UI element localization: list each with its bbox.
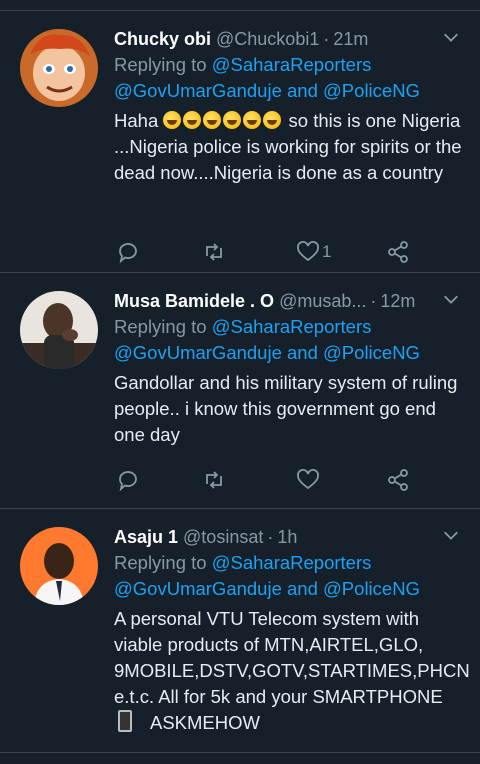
mention-link[interactable]: @PoliceNG: [323, 578, 420, 599]
share-icon: [388, 241, 408, 263]
reply-icon: [119, 471, 137, 492]
top-divider: [0, 0, 480, 11]
timestamp[interactable]: 21m: [333, 29, 368, 50]
retweet-button[interactable]: [202, 237, 226, 267]
avatar[interactable]: [20, 291, 98, 369]
tweet-text: Haha so this is one Nigeria ...Nigeria p…: [114, 108, 464, 186]
rofl-emoji: [183, 111, 202, 129]
replying-to: Replying to @SaharaReporters @GovUmarGan…: [114, 550, 464, 602]
reply-button[interactable]: [116, 237, 140, 267]
avatar[interactable]: [20, 29, 98, 107]
rofl-emoji: [263, 111, 282, 129]
retweet-button[interactable]: [202, 465, 226, 495]
user-handle[interactable]: @tosinsat: [183, 527, 263, 548]
replying-and: and: [281, 578, 324, 599]
retweet-icon: [206, 243, 222, 261]
tweet-actions: [114, 465, 430, 495]
tweet[interactable]: Musa Bamidele . O @musab... · 12m Replyi…: [0, 273, 480, 509]
tweet-header: Musa Bamidele . O @musab... · 12m: [114, 288, 464, 314]
mention-link[interactable]: @GovUmarGanduje: [114, 578, 282, 599]
mention-link[interactable]: @SaharaReporters: [212, 316, 372, 337]
avatar[interactable]: [20, 527, 98, 605]
share-button[interactable]: [386, 465, 410, 495]
rofl-emoji: [223, 111, 242, 129]
like-icon: [297, 241, 319, 262]
mention-link[interactable]: @PoliceNG: [323, 80, 420, 101]
separator-dot: ·: [267, 526, 274, 547]
mention-link[interactable]: @PoliceNG: [323, 342, 420, 363]
retweet-icon: [206, 471, 222, 489]
replying-to-label: Replying to: [114, 552, 212, 573]
rofl-emoji: [163, 111, 182, 129]
timestamp[interactable]: 1h: [277, 527, 297, 548]
replying-to: Replying to @SaharaReporters @GovUmarGan…: [114, 52, 464, 104]
replying-to-label: Replying to: [114, 316, 212, 337]
mention-link[interactable]: @GovUmarGanduje: [114, 342, 282, 363]
replying-and: and: [281, 80, 324, 101]
tweet-text-lead: Haha: [114, 110, 159, 131]
replying-to: Replying to @SaharaReporters @GovUmarGan…: [114, 314, 464, 366]
tweet-text-body: A personal VTU Telecom system with viabl…: [114, 608, 470, 707]
separator-dot: ·: [323, 28, 330, 49]
replying-to-label: Replying to: [114, 54, 212, 75]
like-button[interactable]: [296, 465, 320, 495]
mention-link[interactable]: @SaharaReporters: [212, 552, 372, 573]
mobile-phone-emoji: [118, 710, 132, 732]
like-icon: [297, 469, 319, 490]
like-count: 1: [322, 242, 332, 261]
mention-link[interactable]: @SaharaReporters: [212, 54, 372, 75]
user-handle[interactable]: @musab...: [279, 291, 366, 312]
reply-button[interactable]: [116, 465, 140, 495]
user-handle[interactable]: @Chuckobi1: [216, 29, 319, 50]
tweet-text: Gandollar and his military system of rul…: [114, 372, 458, 445]
display-name[interactable]: Chucky obi: [114, 29, 211, 50]
rofl-emoji: [163, 110, 283, 131]
tweet-header: Asaju 1 @tosinsat · 1h: [114, 524, 464, 550]
tweet-text-tail: ASKMEHOW: [150, 712, 260, 733]
chevron-down-icon[interactable]: [442, 28, 460, 46]
mention-link[interactable]: @GovUmarGanduje: [114, 80, 282, 101]
timestamp[interactable]: 12m: [380, 291, 415, 312]
reply-icon: [119, 243, 137, 264]
replying-and: and: [281, 342, 324, 363]
chevron-down-icon[interactable]: [442, 526, 460, 544]
display-name[interactable]: Asaju 1: [114, 527, 178, 548]
tweet-header: Chucky obi @Chuckobi1 · 21m: [114, 26, 464, 52]
tweet-text: A personal VTU Telecom system with viabl…: [114, 606, 470, 736]
chevron-down-icon[interactable]: [442, 290, 460, 308]
tweet[interactable]: Chucky obi @Chuckobi1 · 21m Replying to …: [0, 11, 480, 273]
like-button[interactable]: 1: [296, 237, 331, 267]
share-icon: [388, 469, 408, 491]
share-button[interactable]: [386, 237, 410, 267]
separator-dot: ·: [370, 290, 377, 311]
tweet-actions: 1: [114, 237, 430, 267]
rofl-emoji: [243, 111, 262, 129]
tweet[interactable]: Asaju 1 @tosinsat · 1h Replying to @Saha…: [0, 509, 480, 753]
rofl-emoji: [203, 111, 222, 129]
display-name[interactable]: Musa Bamidele . O: [114, 291, 274, 312]
